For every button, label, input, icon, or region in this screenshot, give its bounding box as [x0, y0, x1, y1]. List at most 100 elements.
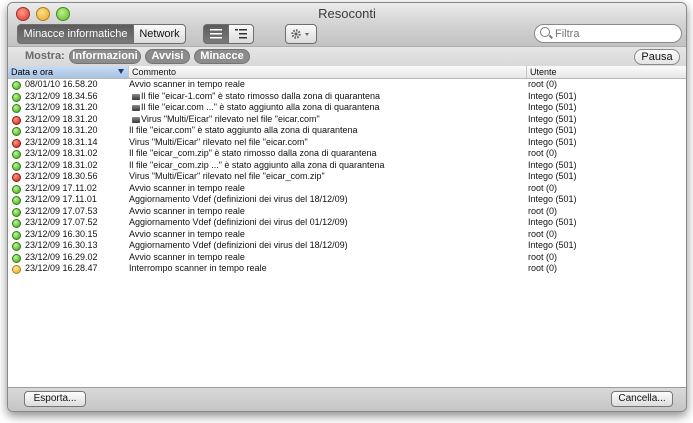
row-comment: Virus "Multi/Eicar" rilevato nel file "e… — [129, 171, 325, 183]
row-comment-text: Il file "eicar.com" è stato aggiunto all… — [129, 125, 358, 135]
row-date: 23/12/09 18.31.20 — [25, 125, 98, 135]
filter-minacce[interactable]: Minacce — [194, 49, 250, 64]
table-row[interactable]: 23/12/09 18.34.56 Il file "eicar-1.com" è… — [8, 91, 686, 103]
row-comment-text: Virus "Multi/Eicar" rilevato nel file "e… — [129, 171, 325, 181]
row-date: 23/12/09 16.30.13 — [25, 240, 98, 250]
row-user: root (0) — [528, 148, 558, 158]
status-ok-icon — [12, 92, 21, 102]
table-row[interactable]: 23/12/09 17.07.53 Avvio scanner in tempo … — [8, 206, 686, 218]
row-comment: Il file "eicar-1.com" è stato rimosso da… — [132, 91, 380, 103]
row-comment: Il file "eicar_com.zip" è stato rimosso … — [129, 148, 377, 160]
search-icon — [540, 27, 550, 37]
toolbar: Minacce informatiche Network — [8, 23, 686, 46]
row-user: root (0) — [528, 205, 558, 216]
row-comment: Aggiornamento Vdef (definizioni dei viru… — [129, 240, 348, 252]
file-icon — [132, 105, 140, 111]
row-date: 08/01/10 16.58.20 — [25, 79, 98, 89]
window-title: Resoconti — [318, 6, 376, 21]
action-menu-button[interactable] — [285, 24, 317, 44]
row-comment: Aggiornamento Vdef (definizioni dei viru… — [129, 194, 348, 206]
status-ok-icon — [12, 242, 21, 251]
table-row[interactable]: 23/12/09 17.11.02 Avvio scanner in tempo … — [8, 183, 686, 195]
row-user: Intego (501) — [528, 159, 577, 170]
row-user: Intego (501) — [528, 125, 577, 135]
bottom-bar: Esporta... Cancella... — [8, 387, 686, 411]
row-comment-text: Il file "eicar_com.zip" è stato rimosso … — [129, 148, 377, 158]
gear-icon — [291, 29, 309, 39]
search-input[interactable] — [555, 25, 675, 42]
row-date: 23/12/09 16.28.47 — [25, 263, 98, 273]
status-warn-icon — [12, 265, 21, 274]
column-header-date-label: Data e ora — [11, 67, 54, 77]
status-ok-icon — [12, 104, 21, 113]
row-comment-text: Aggiornamento Vdef (definizioni dei viru… — [129, 217, 348, 227]
status-ok-icon — [12, 219, 21, 228]
file-icon — [132, 93, 140, 100]
row-user: root (0) — [528, 263, 558, 273]
row-user: Intego (501) — [528, 240, 577, 250]
column-header-comment[interactable]: Commento — [129, 66, 527, 78]
row-user: Intego (501) — [528, 217, 577, 227]
table-row[interactable]: 23/12/09 16.28.47 Interrompo scanner in t… — [8, 263, 686, 275]
row-comment: Aggiornamento Vdef (definizioni dei viru… — [129, 217, 348, 229]
row-date: 23/12/09 16.29.02 — [25, 251, 98, 262]
row-comment: Avvio scanner in tempo reale — [129, 206, 245, 218]
status-ok-icon — [12, 150, 21, 159]
row-date: 23/12/09 18.31.14 — [25, 136, 98, 147]
filter-informazioni[interactable]: Informazioni — [69, 49, 141, 64]
status-ok-icon — [12, 230, 21, 240]
row-comment-text: Il file "eicar_com.zip ..." è stato aggi… — [129, 159, 385, 170]
status-ok-icon — [12, 207, 21, 217]
list-view-button[interactable] — [203, 24, 229, 44]
table-row[interactable]: 08/01/10 16.58.20 Avvio scanner in tempo … — [8, 79, 686, 91]
pause-button[interactable]: Pausa — [634, 49, 680, 65]
status-ok-icon — [12, 184, 21, 194]
table-row[interactable]: 23/12/09 18.31.20 Il file "eicar.com ..."… — [8, 102, 686, 114]
column-header-date[interactable]: Data e ora — [8, 66, 129, 78]
status-ok-icon — [12, 161, 21, 171]
table-row[interactable]: 23/12/09 18.31.20 Virus "Multi/Eicar" ril… — [8, 114, 686, 126]
table-row[interactable]: 23/12/09 18.31.14 Virus "Multi/Eicar" ril… — [8, 137, 686, 149]
table-row[interactable]: 23/12/09 18.30.56 Virus "Multi/Eicar" ril… — [8, 171, 686, 183]
row-comment: Avvio scanner in tempo reale — [129, 229, 245, 241]
tab-minacce-informatiche[interactable]: Minacce informatiche — [17, 24, 134, 44]
row-comment: Avvio scanner in tempo reale — [129, 79, 245, 91]
table-row[interactable]: 23/12/09 16.30.13 Aggiornamento Vdef (def… — [8, 240, 686, 252]
row-date: 23/12/09 17.11.01 — [25, 194, 97, 204]
row-user: root (0) — [528, 79, 558, 89]
table-row[interactable]: 23/12/09 16.30.15 Avvio scanner in tempo … — [8, 229, 686, 241]
detail-view-button[interactable] — [228, 24, 254, 44]
table-row[interactable]: 23/12/09 18.31.20 Il file "eicar.com" è s… — [8, 125, 686, 137]
status-ok-icon — [12, 127, 21, 136]
file-icon — [132, 116, 140, 123]
row-user: Intego (501) — [528, 194, 577, 204]
row-date: 23/12/09 17.07.53 — [25, 205, 98, 216]
row-comment: Interrompo scanner in tempo reale — [129, 263, 267, 275]
row-date: 23/12/09 18.31.02 — [25, 159, 98, 170]
table-row[interactable]: 23/12/09 18.31.02 Il file "eicar_com.zip"… — [8, 148, 686, 160]
status-alert-icon — [12, 173, 21, 182]
table-row[interactable]: 23/12/09 18.31.02 Il file "eicar_com.zip … — [8, 160, 686, 172]
column-header-user[interactable]: Utente — [527, 66, 686, 78]
title-bar[interactable]: Resoconti — [8, 3, 686, 23]
row-user: Intego (501) — [528, 113, 577, 124]
tab-network[interactable]: Network — [133, 24, 186, 44]
row-date: 23/12/09 17.11.02 — [25, 182, 97, 193]
row-comment-text: Virus "Multi/Eicar" rilevato nel file "e… — [141, 113, 320, 124]
row-comment: Avvio scanner in tempo reale — [129, 252, 245, 264]
row-date: 23/12/09 16.30.15 — [25, 228, 98, 239]
status-ok-icon — [12, 81, 21, 90]
table-row[interactable]: 23/12/09 17.07.52 Aggiornamento Vdef (def… — [8, 217, 686, 229]
row-user: root (0) — [528, 228, 558, 239]
detail-list-icon — [235, 29, 247, 39]
search-field[interactable] — [534, 24, 682, 43]
export-button[interactable]: Esporta... — [24, 391, 86, 407]
clear-button[interactable]: Cancella... — [611, 391, 673, 407]
filter-avvisi[interactable]: Avvisi — [145, 49, 190, 64]
table-row[interactable]: 23/12/09 16.29.02 Avvio scanner in tempo … — [8, 252, 686, 264]
row-comment-text: Avvio scanner in tempo reale — [129, 205, 245, 216]
table-row[interactable]: 23/12/09 17.11.01 Aggiornamento Vdef (def… — [8, 194, 686, 206]
row-user: Intego (501) — [528, 90, 577, 101]
row-comment: Virus "Multi/Eicar" rilevato nel file "e… — [132, 113, 320, 126]
row-comment-text: Avvio scanner in tempo reale — [129, 228, 245, 239]
